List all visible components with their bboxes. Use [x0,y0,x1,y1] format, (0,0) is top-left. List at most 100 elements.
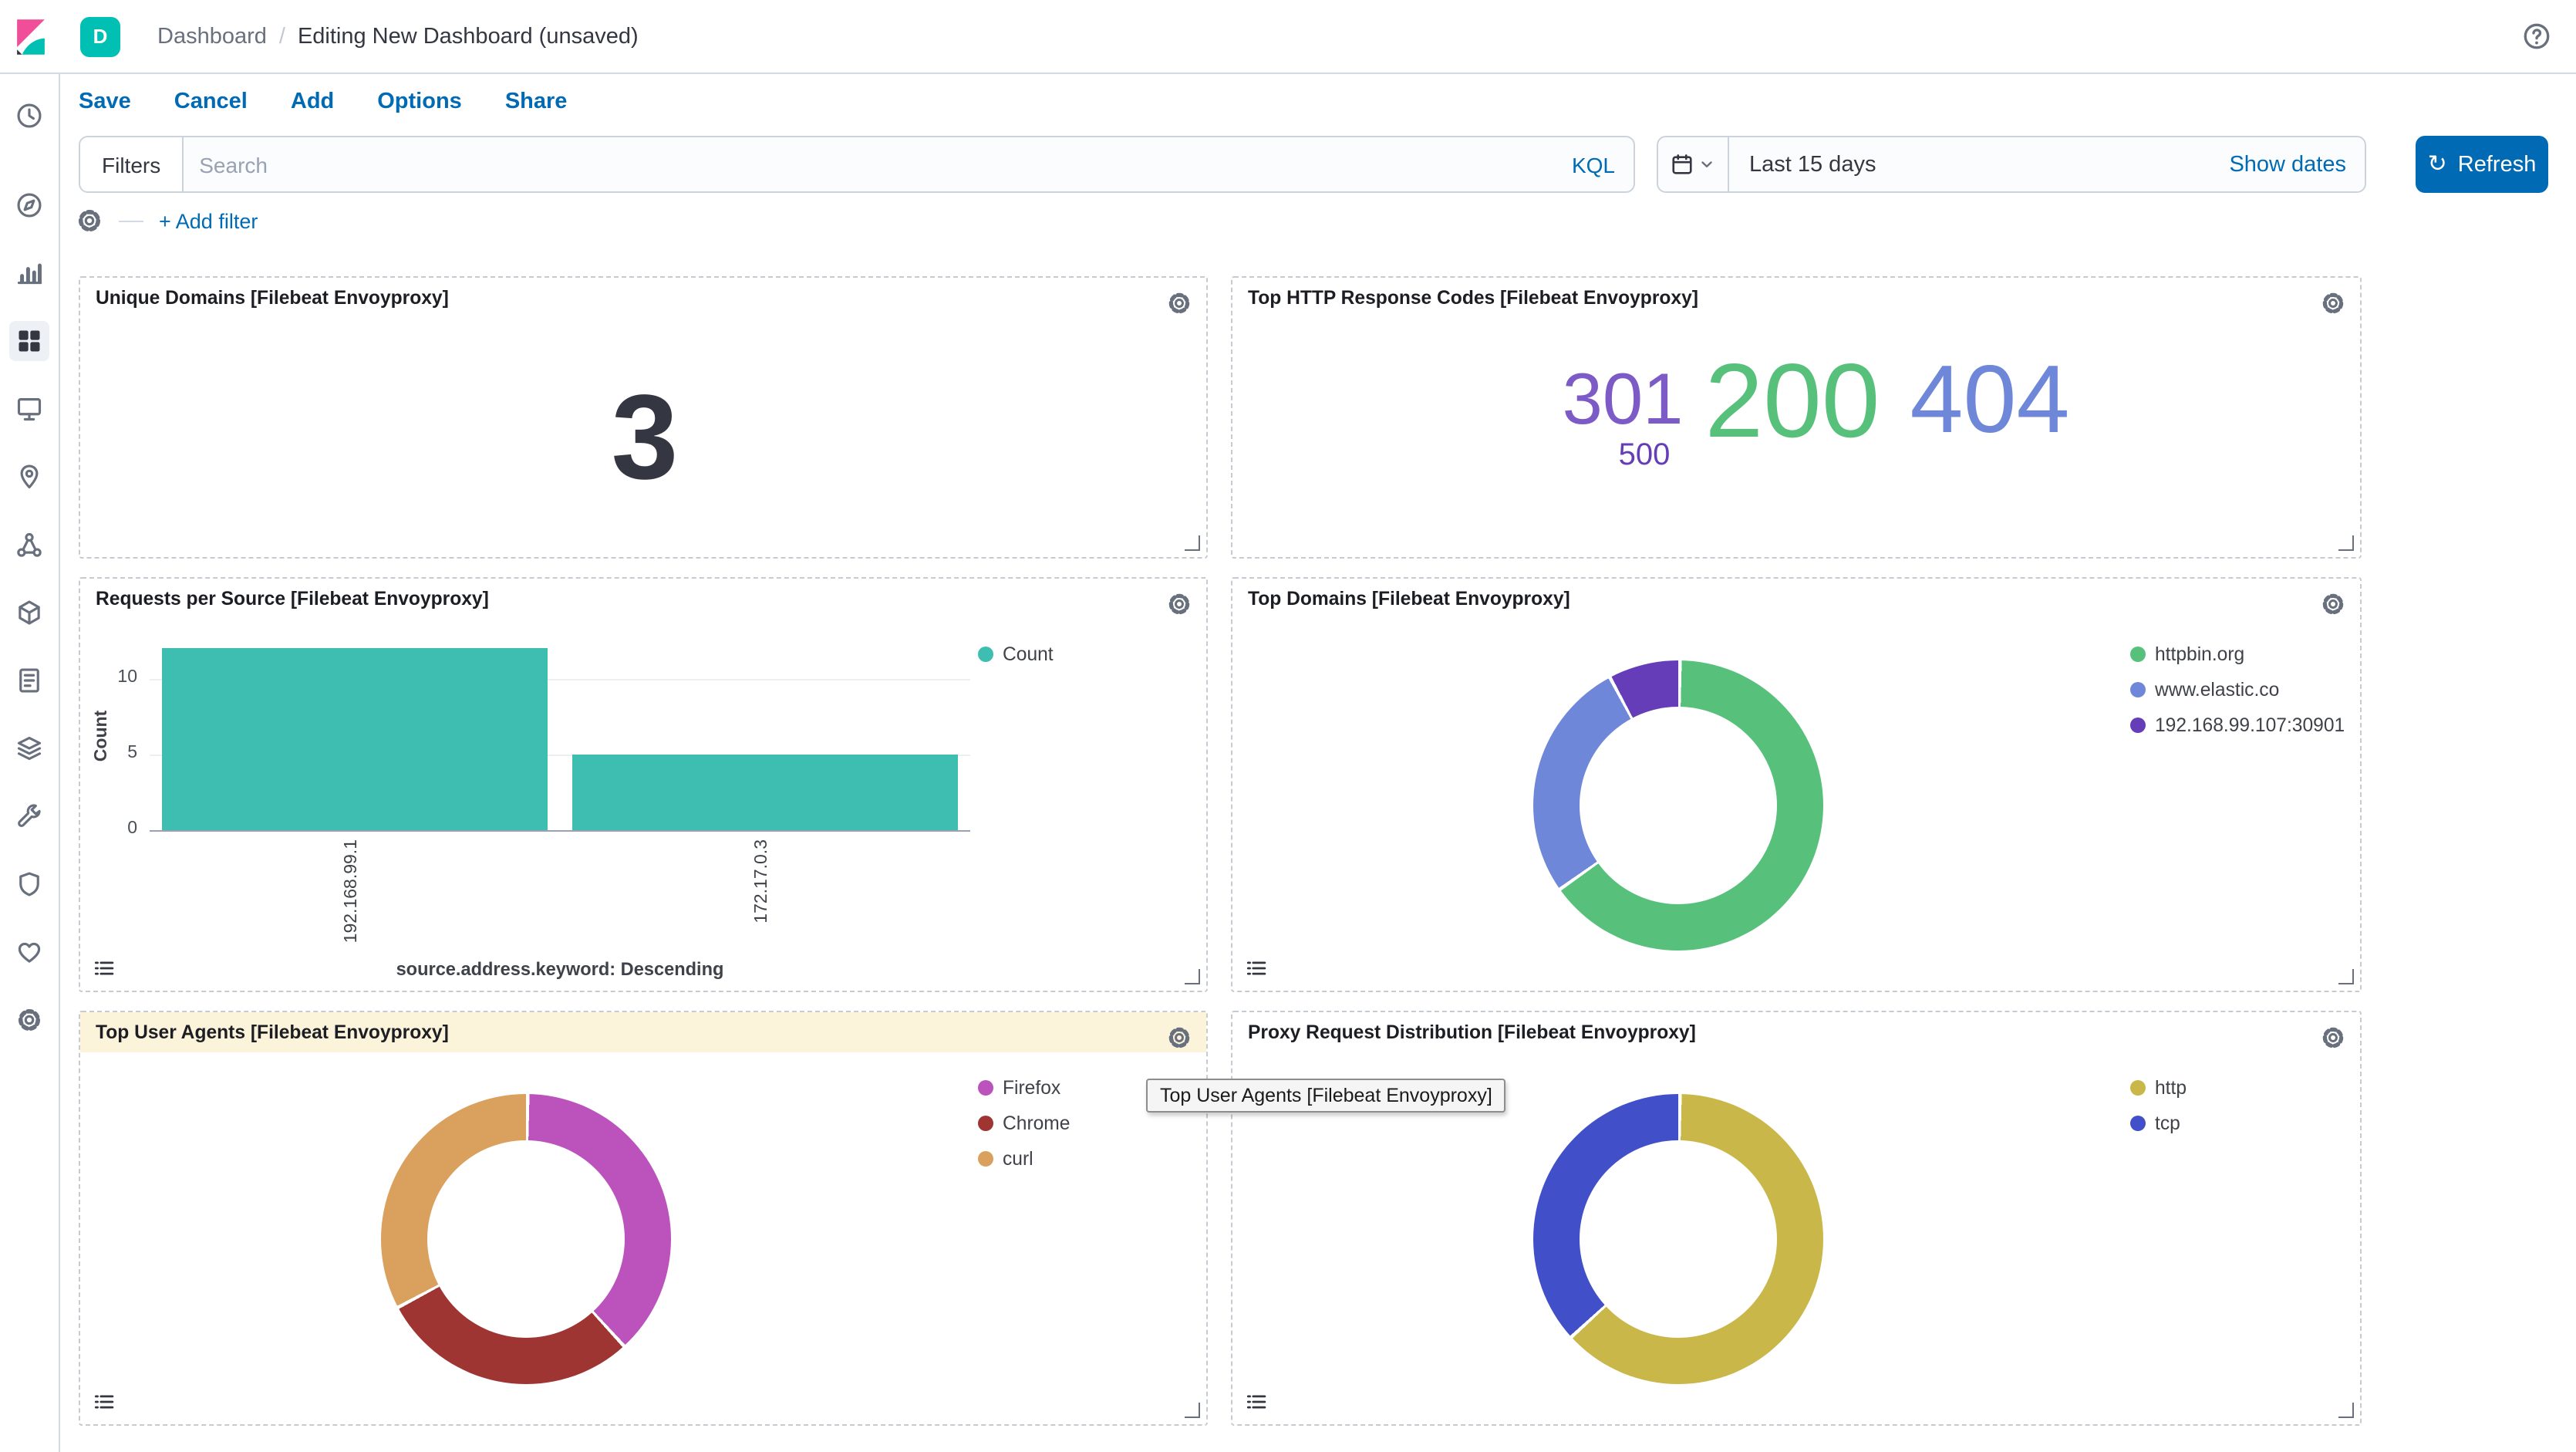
x-axis-tick: 192.168.99.1 [342,839,361,943]
top-header-bar: D Dashboard / Editing New Dashboard (uns… [0,0,2576,74]
sidebar-item-canvas[interactable] [0,375,59,443]
cancel-button[interactable]: Cancel [174,89,248,114]
refresh-button[interactable]: ↻ Refresh [2416,136,2548,193]
panel-settings-gear-icon[interactable] [2320,290,2346,316]
legend-item[interactable]: 192.168.99.107:30901 [2130,714,2345,736]
sidebar-item-management[interactable] [0,986,59,1054]
search-input[interactable] [184,137,1553,191]
panel-title[interactable]: Top User Agents [Filebeat Envoyproxy] [96,1021,449,1043]
space-badge[interactable]: D [80,16,120,56]
chevron-down-icon [1698,156,1715,173]
panel-top-domains[interactable]: Top Domains [Filebeat Envoyproxy] httpbi… [1231,577,2362,992]
sidebar-item-discover[interactable] [0,171,59,239]
panel-resize-handle[interactable] [2338,969,2354,984]
help-icon[interactable] [2522,22,2551,51]
panel-header: Proxy Request Distribution [Filebeat Env… [1232,1012,2360,1052]
bar[interactable] [572,755,958,830]
sidebar-item-siem[interactable] [0,850,59,918]
legend-label: http [2155,1077,2187,1099]
breadcrumb-separator: / [279,24,285,49]
sidebar-item-maps[interactable] [0,443,59,511]
legend-item[interactable]: Chrome [978,1113,1071,1134]
monitoring-icon [9,932,49,972]
gear-icon [9,1000,49,1040]
legend-item[interactable]: www.elastic.co [2130,679,2345,701]
panel-title[interactable]: Top HTTP Response Codes [Filebeat Envoyp… [1248,287,1698,309]
panel-title[interactable]: Unique Domains [Filebeat Envoyproxy] [96,287,449,309]
legend-toggle-icon[interactable] [93,1390,116,1413]
panel-requests-per-source[interactable]: Requests per Source [Filebeat Envoyproxy… [79,577,1208,992]
panel-title[interactable]: Top Domains [Filebeat Envoyproxy] [1248,588,1570,610]
legend-toggle-icon[interactable] [1245,1390,1268,1413]
legend-dot [2130,1116,2146,1131]
sidebar-item-visualize[interactable] [0,239,59,307]
sidebar-item-stack-monitoring[interactable] [0,918,59,986]
tag-word[interactable]: 500 [1619,440,1671,471]
show-dates-link[interactable]: Show dates [2229,152,2365,177]
x-axis-tick: 172.17.0.3 [753,839,771,924]
panel-resize-handle[interactable] [1185,1403,1200,1418]
panel-settings-gear-icon[interactable] [1166,290,1192,316]
quick-select-date-button[interactable] [1658,137,1729,191]
sidebar-item-machine-learning[interactable] [0,511,59,579]
sidebar-item-metrics[interactable] [0,579,59,647]
panel-title[interactable]: Requests per Source [Filebeat Envoyproxy… [96,588,489,610]
panel-settings-gear-icon[interactable] [2320,1025,2346,1051]
chart-legend: httpbin.org www.elastic.co 192.168.99.107:… [2130,643,2345,736]
donut-chart[interactable] [1533,660,1823,951]
time-range-value[interactable]: Last 15 days [1729,152,1876,177]
legend-label: httpbin.org [2155,643,2244,665]
panel-top-http-response-codes[interactable]: Top HTTP Response Codes [Filebeat Envoyp… [1231,276,2362,559]
kibana-logo[interactable] [0,16,62,56]
legend-dot [2130,682,2146,697]
legend-item[interactable]: Count [978,643,1054,665]
panel-settings-gear-icon[interactable] [2320,591,2346,617]
panel-resize-handle[interactable] [1185,969,1200,984]
panel-unique-domains[interactable]: Unique Domains [Filebeat Envoyproxy] 3 [79,276,1208,559]
sidebar-item-recently-viewed[interactable] [0,82,59,150]
legend-item[interactable]: httpbin.org [2130,643,2345,665]
save-button[interactable]: Save [79,89,131,114]
legend-item[interactable]: tcp [2130,1113,2187,1134]
sidebar-item-apm[interactable] [0,714,59,782]
panel-settings-gear-icon[interactable] [1166,591,1192,617]
metric-value: 3 [612,367,676,508]
legend-toggle-icon[interactable] [93,957,116,980]
options-button[interactable]: Options [377,89,462,114]
legend-item[interactable]: http [2130,1077,2187,1099]
calendar-icon [1671,153,1694,176]
panel-title[interactable]: Proxy Request Distribution [Filebeat Env… [1248,1021,1696,1043]
tag-word[interactable]: 200 [1705,349,1880,454]
panel-resize-handle[interactable] [1185,535,1200,551]
filters-button[interactable]: Filters [80,137,184,191]
sidebar-item-logs[interactable] [0,647,59,714]
panel-resize-handle[interactable] [2338,535,2354,551]
breadcrumb-dashboard-link[interactable]: Dashboard [157,24,267,49]
panel-settings-gear-icon[interactable] [1166,1025,1192,1051]
panel-resize-handle[interactable] [2338,1403,2354,1418]
share-button[interactable]: Share [505,89,568,114]
legend-label: 192.168.99.107:30901 [2155,714,2345,736]
sidebar-item-dev-tools[interactable] [0,782,59,850]
legend-dot [2130,647,2146,662]
add-button[interactable]: Add [291,89,334,114]
add-filter-link[interactable]: + Add filter [159,209,258,232]
legend-item[interactable]: Firefox [978,1077,1071,1099]
legend-toggle-icon[interactable] [1245,957,1268,980]
legend-item[interactable]: curl [978,1148,1071,1170]
donut-chart[interactable] [1533,1094,1823,1384]
legend-label: curl [1003,1148,1033,1170]
dashboard-action-bar: Save Cancel Add Options Share [59,73,2576,131]
bar[interactable] [162,648,548,830]
kql-toggle[interactable]: KQL [1553,137,1634,191]
tag-word[interactable]: 404 [1910,353,2070,449]
panel-header: Top Domains [Filebeat Envoyproxy] [1232,579,2360,619]
filter-options-row: + Add filter [76,202,258,239]
panel-top-user-agents[interactable]: Top User Agents [Filebeat Envoyproxy] Fi… [79,1011,1208,1426]
sidebar-item-dashboard[interactable] [0,307,59,375]
filter-settings-gear-icon[interactable] [76,207,103,235]
donut-chart[interactable] [381,1094,671,1384]
panel-proxy-request-distribution[interactable]: Proxy Request Distribution [Filebeat Env… [1231,1011,2362,1426]
tag-word[interactable]: 301 [1563,362,1684,434]
dashboard-icon [9,321,49,361]
